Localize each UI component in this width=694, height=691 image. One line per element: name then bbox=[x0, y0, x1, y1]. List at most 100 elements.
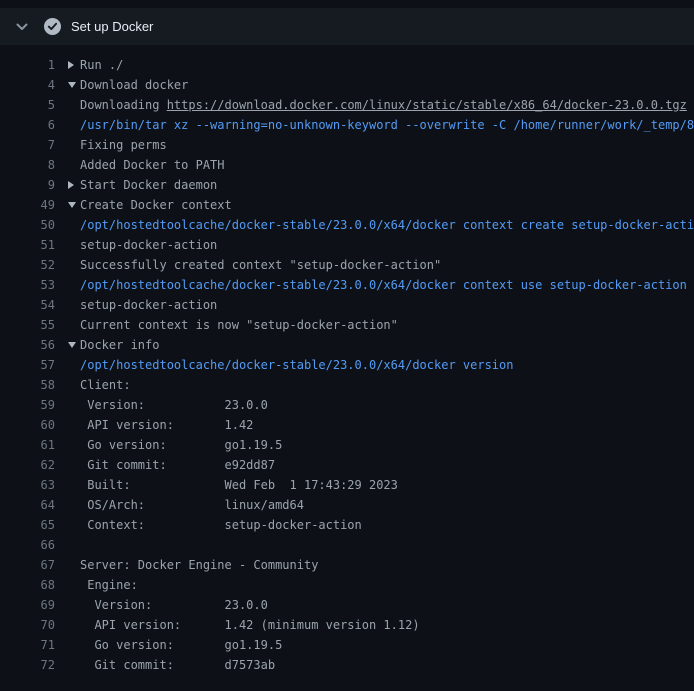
line-number[interactable]: 59 bbox=[0, 398, 55, 412]
line-number[interactable]: 5 bbox=[0, 98, 55, 112]
log-line: 71 Go version: go1.19.5 bbox=[0, 635, 694, 655]
log-line: 7 Fixing perms bbox=[0, 135, 694, 155]
log-group-line[interactable]: 9 Start Docker daemon bbox=[0, 175, 694, 195]
log-line: 64 OS/Arch: linux/amd64 bbox=[0, 495, 694, 515]
log-text: Go version: go1.19.5 bbox=[80, 638, 694, 652]
log-text: setup-docker-action bbox=[80, 298, 694, 312]
plain-text: Client: bbox=[80, 378, 131, 392]
line-number[interactable]: 53 bbox=[0, 278, 55, 292]
plain-text: OS/Arch: linux/amd64 bbox=[80, 498, 304, 512]
plain-text: Start Docker daemon bbox=[80, 178, 217, 192]
log-text: API version: 1.42 (minimum version 1.12) bbox=[80, 618, 694, 632]
chevron-expanded-icon[interactable] bbox=[68, 342, 80, 348]
log-text: Run ./ bbox=[80, 58, 694, 72]
plain-text: Git commit: d7573ab bbox=[80, 658, 275, 672]
chevron-expanded-icon[interactable] bbox=[68, 202, 80, 208]
chevron-collapsed-icon[interactable] bbox=[68, 61, 80, 69]
log-link[interactable]: https://download.docker.com/linux/static… bbox=[167, 98, 687, 112]
log-text: Added Docker to PATH bbox=[80, 158, 694, 172]
log-text: Create Docker context bbox=[80, 198, 694, 212]
line-number[interactable]: 72 bbox=[0, 658, 55, 672]
log-text: setup-docker-action bbox=[80, 238, 694, 252]
line-number[interactable]: 60 bbox=[0, 418, 55, 432]
log-line: 72 Git commit: d7573ab bbox=[0, 655, 694, 675]
log-text: /opt/hostedtoolcache/docker-stable/23.0.… bbox=[80, 278, 694, 292]
line-number[interactable]: 57 bbox=[0, 358, 55, 372]
log-line: 6/usr/bin/tar xz --warning=no-unknown-ke… bbox=[0, 115, 694, 135]
line-number[interactable]: 1 bbox=[0, 58, 55, 72]
log-line: 58 Client: bbox=[0, 375, 694, 395]
plain-text: Git commit: e92dd87 bbox=[80, 458, 275, 472]
line-number[interactable]: 50 bbox=[0, 218, 55, 232]
log-group-line[interactable]: 1 Run ./ bbox=[0, 55, 694, 75]
line-number[interactable]: 62 bbox=[0, 458, 55, 472]
log-text: /usr/bin/tar xz --warning=no-unknown-key… bbox=[80, 118, 694, 132]
plain-text: Fixing perms bbox=[80, 138, 167, 152]
line-number[interactable]: 64 bbox=[0, 498, 55, 512]
plain-text: API version: 1.42 bbox=[80, 418, 253, 432]
log-group-line[interactable]: 56 Docker info bbox=[0, 335, 694, 355]
line-number[interactable]: 4 bbox=[0, 78, 55, 92]
log-text: /opt/hostedtoolcache/docker-stable/23.0.… bbox=[80, 218, 694, 232]
log-text: Download docker bbox=[80, 78, 694, 92]
line-number[interactable]: 61 bbox=[0, 438, 55, 452]
log-line: 61 Go version: go1.19.5 bbox=[0, 435, 694, 455]
line-number[interactable]: 9 bbox=[0, 178, 55, 192]
check-circle-icon bbox=[44, 18, 61, 35]
chevron-down-icon[interactable] bbox=[16, 21, 28, 33]
log-line: 67 Server: Docker Engine - Community bbox=[0, 555, 694, 575]
line-number[interactable]: 52 bbox=[0, 258, 55, 272]
plain-text: Server: Docker Engine - Community bbox=[80, 558, 318, 572]
log-line: 70 API version: 1.42 (minimum version 1.… bbox=[0, 615, 694, 635]
line-number[interactable]: 6 bbox=[0, 118, 55, 132]
log-text: Fixing perms bbox=[80, 138, 694, 152]
plain-text: Successfully created context "setup-dock… bbox=[80, 258, 441, 272]
line-number[interactable]: 65 bbox=[0, 518, 55, 532]
line-number[interactable]: 66 bbox=[0, 538, 55, 552]
line-number[interactable]: 49 bbox=[0, 198, 55, 212]
line-number[interactable]: 8 bbox=[0, 158, 55, 172]
plain-text: Added Docker to PATH bbox=[80, 158, 225, 172]
plain-text: Run ./ bbox=[80, 58, 123, 72]
log-text: Downloading https://download.docker.com/… bbox=[80, 98, 694, 112]
line-number[interactable]: 69 bbox=[0, 598, 55, 612]
line-number[interactable]: 71 bbox=[0, 638, 55, 652]
log-line: 54 setup-docker-action bbox=[0, 295, 694, 315]
chevron-expanded-icon[interactable] bbox=[68, 82, 80, 88]
line-number[interactable]: 67 bbox=[0, 558, 55, 572]
plain-text: Current context is now "setup-docker-act… bbox=[80, 318, 398, 332]
log-text: Built: Wed Feb 1 17:43:29 2023 bbox=[80, 478, 694, 492]
line-number[interactable]: 70 bbox=[0, 618, 55, 632]
log-line: 60 API version: 1.42 bbox=[0, 415, 694, 435]
plain-text: Version: 23.0.0 bbox=[80, 398, 268, 412]
log-line: 51 setup-docker-action bbox=[0, 235, 694, 255]
step-title: Set up Docker bbox=[71, 19, 153, 34]
line-number[interactable]: 55 bbox=[0, 318, 55, 332]
log-group-line[interactable]: 4 Download docker bbox=[0, 75, 694, 95]
line-number[interactable]: 51 bbox=[0, 238, 55, 252]
log-text: Start Docker daemon bbox=[80, 178, 694, 192]
line-number[interactable]: 63 bbox=[0, 478, 55, 492]
log-group-line[interactable]: 49 Create Docker context bbox=[0, 195, 694, 215]
command-text: /opt/hostedtoolcache/docker-stable/23.0.… bbox=[80, 358, 513, 372]
chevron-collapsed-icon[interactable] bbox=[68, 181, 80, 189]
log-text: API version: 1.42 bbox=[80, 418, 694, 432]
step-header[interactable]: Set up Docker bbox=[0, 8, 694, 45]
line-number[interactable]: 68 bbox=[0, 578, 55, 592]
log-text: Docker info bbox=[80, 338, 694, 352]
line-number[interactable]: 56 bbox=[0, 338, 55, 352]
plain-text: API version: 1.42 (minimum version 1.12) bbox=[80, 618, 420, 632]
log-text: Git commit: d7573ab bbox=[80, 658, 694, 672]
log-line: 65 Context: setup-docker-action bbox=[0, 515, 694, 535]
log-line: 8 Added Docker to PATH bbox=[0, 155, 694, 175]
log-line: 53/opt/hostedtoolcache/docker-stable/23.… bbox=[0, 275, 694, 295]
line-number[interactable]: 54 bbox=[0, 298, 55, 312]
plain-text: Engine: bbox=[80, 578, 138, 592]
line-number[interactable]: 58 bbox=[0, 378, 55, 392]
log-text: Go version: go1.19.5 bbox=[80, 438, 694, 452]
line-number[interactable]: 7 bbox=[0, 138, 55, 152]
plain-text: Create Docker context bbox=[80, 198, 232, 212]
log-text: OS/Arch: linux/amd64 bbox=[80, 498, 694, 512]
command-text: /usr/bin/tar xz --warning=no-unknown-key… bbox=[80, 118, 694, 132]
log-line: 66 bbox=[0, 535, 694, 555]
